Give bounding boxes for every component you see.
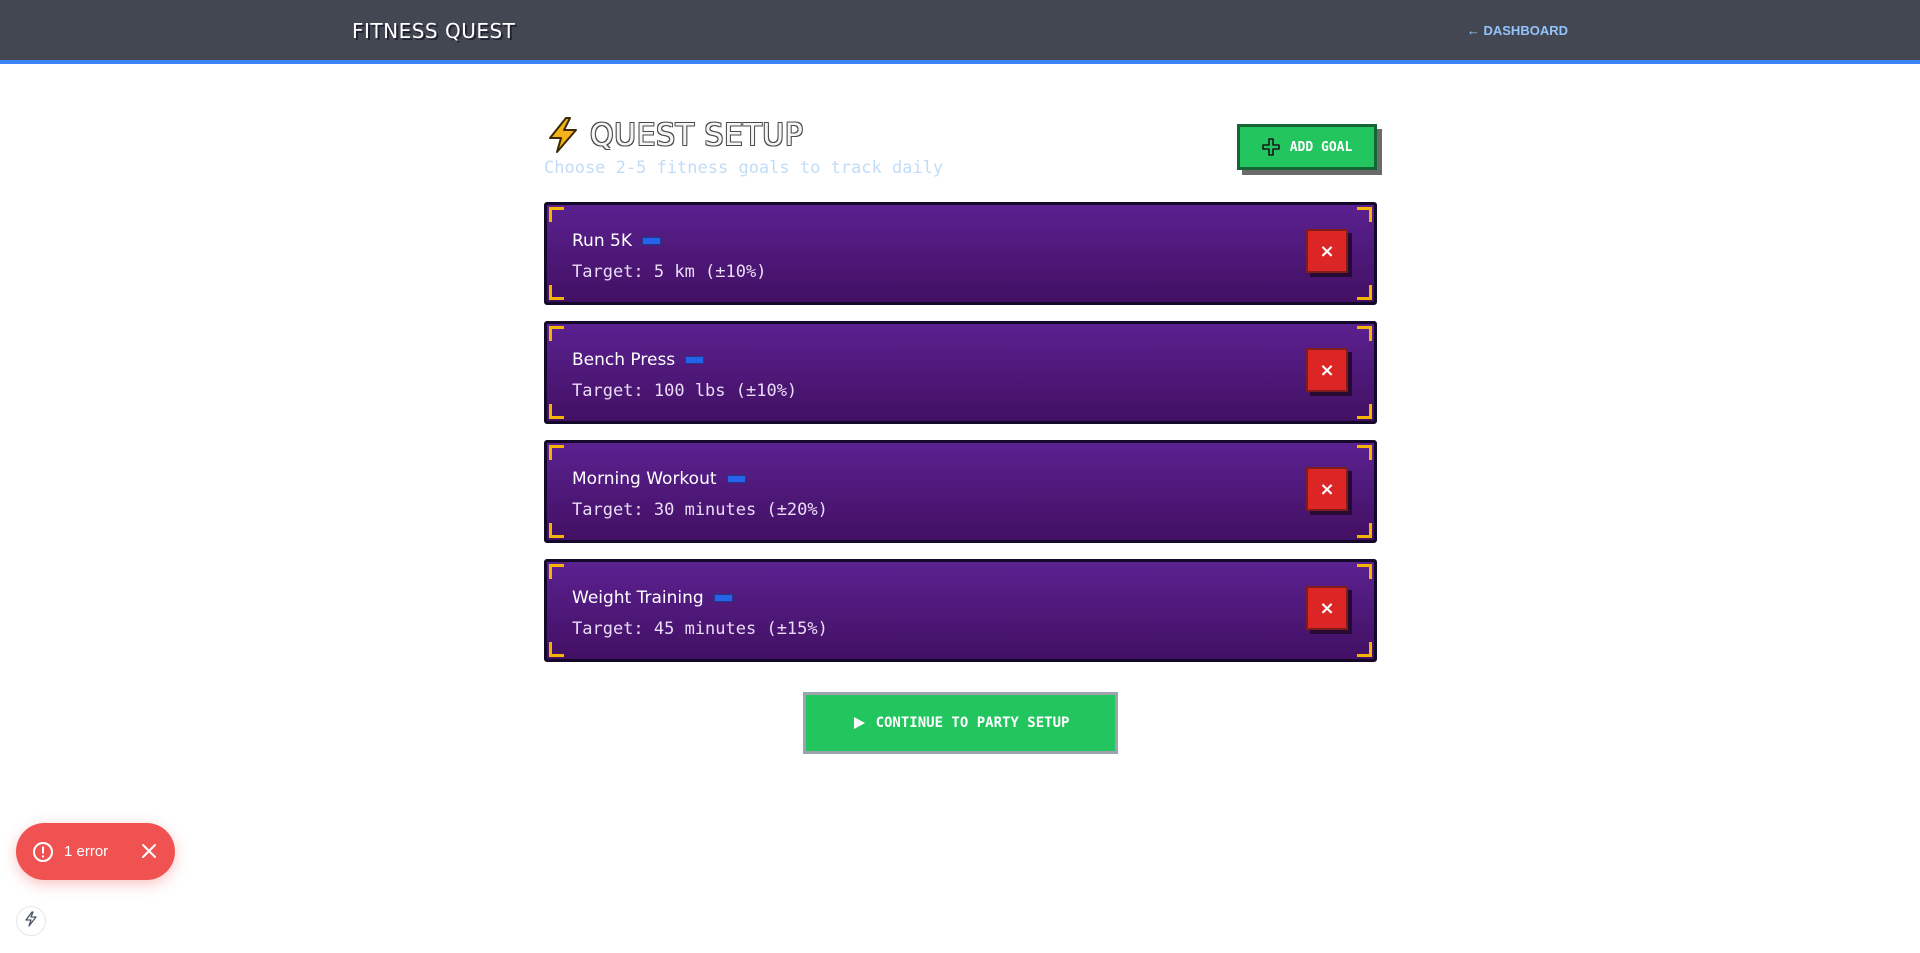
card-corner-accent (549, 445, 564, 460)
goal-name-row: Bench Press (572, 350, 705, 370)
card-corner-accent (549, 404, 564, 419)
goal-card: Morning Workout Target: 30 minutes (±20%… (544, 440, 1377, 543)
top-navigation-bar: FITNESS QUEST ← DASHBOARD (0, 0, 1920, 64)
goal-name-row: Weight Training (572, 588, 733, 608)
play-icon (852, 716, 866, 730)
error-count-label: 1 error (64, 843, 109, 860)
goal-target: Target: 45 minutes (±15%) (572, 619, 828, 639)
card-corner-accent (1357, 326, 1372, 341)
dashboard-back-link[interactable]: ← DASHBOARD (1467, 23, 1568, 38)
goal-status-pill (713, 594, 733, 602)
page-subtitle: Choose 2-5 fitness goals to track daily (544, 158, 944, 178)
goal-target: Target: 100 lbs (±10%) (572, 381, 798, 401)
remove-goal-button[interactable]: × (1306, 586, 1348, 630)
goal-status-pill (685, 356, 705, 364)
setup-title-row: QUEST SETUP (544, 116, 803, 154)
quest-setup-panel: QUEST SETUP Choose 2-5 fitness goals to … (544, 110, 1377, 754)
card-corner-accent (1357, 404, 1372, 419)
continue-to-party-setup-button[interactable]: CONTINUE TO PARTY SETUP (803, 692, 1118, 754)
continue-label: CONTINUE TO PARTY SETUP (875, 715, 1070, 731)
goal-card: Bench Press Target: 100 lbs (±10%) × (544, 321, 1377, 424)
goal-card: Weight Training Target: 45 minutes (±15%… (544, 559, 1377, 662)
goal-name-row: Morning Workout (572, 469, 746, 489)
add-goal-button[interactable]: ADD GOAL (1237, 124, 1377, 170)
page-title: QUEST SETUP (590, 117, 804, 153)
card-corner-accent (549, 642, 564, 657)
goal-name: Bench Press (572, 350, 676, 370)
goal-name: Morning Workout (572, 469, 717, 489)
card-corner-accent (1357, 207, 1372, 222)
card-corner-accent (1357, 523, 1372, 538)
card-corner-accent (549, 523, 564, 538)
goal-list: Run 5K Target: 5 km (±10%) × Bench Press… (544, 202, 1377, 678)
remove-goal-button[interactable]: × (1306, 348, 1348, 392)
error-toast[interactable]: 1 error (16, 823, 175, 880)
card-corner-accent (549, 207, 564, 222)
goal-status-pill (726, 475, 746, 483)
card-corner-accent (1357, 285, 1372, 300)
goal-name: Weight Training (572, 588, 704, 608)
card-corner-accent (549, 564, 564, 579)
plus-icon (1261, 138, 1280, 156)
remove-goal-button[interactable]: × (1306, 467, 1348, 511)
goal-name: Run 5K (572, 231, 632, 251)
close-icon[interactable] (140, 842, 158, 860)
setup-header: QUEST SETUP Choose 2-5 fitness goals to … (544, 110, 1377, 202)
lightning-bolt-icon (544, 116, 582, 154)
goal-card: Run 5K Target: 5 km (±10%) × (544, 202, 1377, 305)
bolt-outline-icon (23, 911, 39, 931)
brand-title: FITNESS QUEST (352, 19, 516, 43)
goal-target: Target: 30 minutes (±20%) (572, 500, 828, 520)
dev-tools-button[interactable] (16, 906, 46, 936)
goal-target: Target: 5 km (±10%) (572, 262, 767, 282)
card-corner-accent (549, 285, 564, 300)
card-corner-accent (1357, 445, 1372, 460)
goal-name-row: Run 5K (572, 231, 661, 251)
alert-circle-icon (32, 841, 54, 863)
card-corner-accent (1357, 564, 1372, 579)
card-corner-accent (549, 326, 564, 341)
goal-status-pill (641, 237, 661, 245)
add-goal-label: ADD GOAL (1289, 139, 1353, 155)
card-corner-accent (1357, 642, 1372, 657)
remove-goal-button[interactable]: × (1306, 229, 1348, 273)
